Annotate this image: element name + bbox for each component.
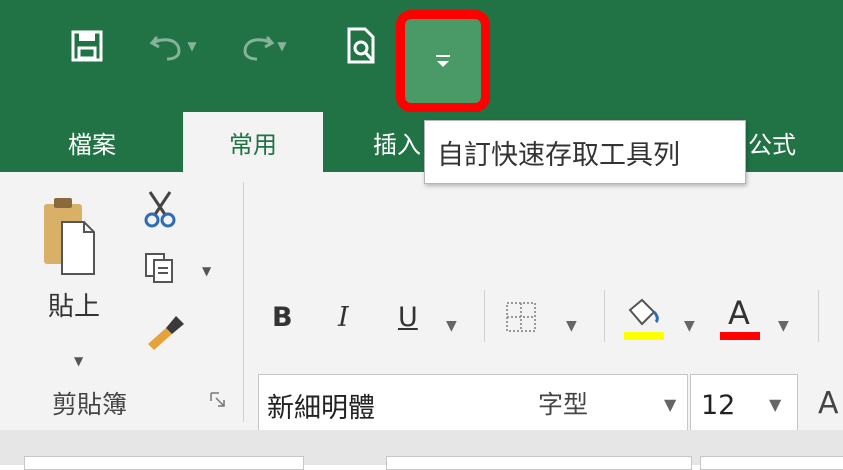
font-size-dropdown-icon[interactable]: ▼ [769,395,781,414]
borders-button[interactable] [504,300,540,336]
name-box[interactable] [24,456,304,470]
font-color-icon: A [728,294,750,332]
font-color-button[interactable]: A [716,294,764,342]
font-name-combo[interactable]: 新細明體 ▼ [258,374,688,436]
tab-file[interactable]: 檔案 [52,112,132,172]
fill-bucket-icon [628,298,659,326]
formula-input-extension[interactable] [700,456,843,470]
undo-icon [150,36,181,61]
italic-button[interactable]: I [338,302,349,333]
format-painter-icon [148,316,184,350]
group-divider [243,182,244,422]
tab-formulas[interactable]: 公式 [742,112,802,172]
save-icon [71,30,103,62]
tab-home[interactable]: 常用 [183,112,323,172]
font-name-dropdown-icon[interactable]: ▼ [664,395,676,414]
clipboard-group-label: 剪貼簿 [52,390,128,419]
font-size-combo[interactable]: 12 ▼ [690,374,798,436]
font-name-value: 新細明體 [267,392,375,424]
copy-icon [145,253,173,283]
grow-font-button[interactable]: A [818,386,839,421]
formula-input[interactable] [386,456,692,470]
copy-button[interactable]: ▼ [142,250,222,290]
borders-dropdown-icon[interactable]: ▼ [566,318,577,334]
redo-dropdown-icon[interactable]: ▼ [277,39,286,53]
borders-icon [506,302,536,332]
ribbon: 貼上 ▼ ▼ 剪貼簿 新細明體 ▼ 12 ▼ A B I U ▼ ▼ ▼ A ▼… [0,172,843,436]
copy-dropdown-icon[interactable]: ▼ [202,264,211,278]
undo-dropdown-icon[interactable]: ▼ [187,39,196,53]
customize-quick-access-button[interactable] [396,10,490,112]
font-group-end-divider [818,290,819,342]
fill-color-dropdown-icon[interactable]: ▼ [684,318,695,334]
underline-button[interactable]: U [398,302,418,333]
font-tools-divider [484,290,485,342]
print-preview-icon [347,27,375,64]
fill-color-swatch [624,332,664,340]
scissors-icon [144,191,176,228]
font-group-label: 字型 [538,390,589,419]
undo-button[interactable]: ▼ [144,24,202,68]
redo-icon [243,36,275,61]
underline-dropdown-icon[interactable]: ▼ [446,318,457,334]
color-tools-divider [604,290,605,342]
format-painter-button[interactable] [142,310,192,350]
cut-button[interactable] [142,190,182,230]
fill-color-button[interactable] [620,296,668,342]
customize-quick-access-icon [436,55,450,67]
font-size-value: 12 [701,389,736,421]
paste-dropdown-icon[interactable]: ▼ [74,354,83,368]
redo-button[interactable]: ▼ [234,24,292,68]
paste-label: 貼上 [48,292,101,322]
save-button[interactable] [64,24,110,68]
tooltip: 自訂快速存取工具列 [424,120,746,184]
print-preview-button[interactable] [340,24,384,68]
bold-button[interactable]: B [272,302,293,333]
tooltip-text: 自訂快速存取工具列 [437,139,680,171]
paste-icon [44,198,95,275]
clipboard-dialog-launcher-icon[interactable] [210,392,226,408]
font-color-dropdown-icon[interactable]: ▼ [778,318,789,334]
font-color-swatch [720,332,760,340]
paste-button[interactable]: 貼上 ▼ [40,194,101,368]
grow-font-icon: A [818,386,839,421]
